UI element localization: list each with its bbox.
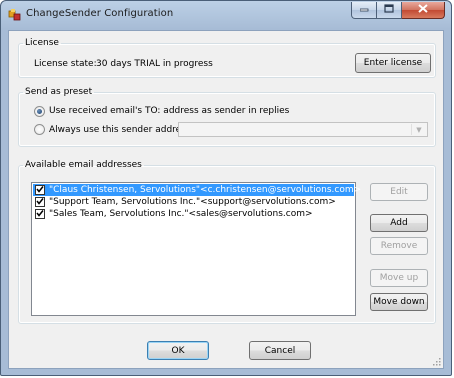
list-item[interactable]: "Support Team, Servolutions Inc."<suppor… (33, 196, 354, 208)
window-title: ChangeSender Configuration (26, 8, 174, 19)
radio-use-received[interactable] (34, 106, 45, 117)
checkmark-icon (36, 185, 44, 196)
email-address-list[interactable]: "Claus Christensen, Servolutions"<c.chri… (31, 182, 361, 316)
move-down-button[interactable]: Move down (370, 293, 428, 311)
list-item-label: "Sales Team, Servolutions Inc."<sales@se… (49, 209, 313, 219)
list-item-label: "Claus Christensen, Servolutions"<c.chri… (49, 185, 362, 195)
item-checkbox[interactable] (35, 197, 45, 207)
list-item[interactable]: "Claus Christensen, Servolutions"<c.chri… (33, 184, 361, 196)
checkmark-icon (36, 197, 44, 208)
list-item[interactable]: "Sales Team, Servolutions Inc."<sales@se… (33, 208, 354, 220)
title-bar[interactable]: ChangeSender Configuration (1, 1, 451, 29)
send-as-preset-group-title: Send as preset (25, 87, 93, 97)
dialog-client-area: License License state: 30 days TRIAL in … (8, 30, 444, 369)
license-group-title: License (25, 38, 59, 48)
add-button[interactable]: Add (370, 214, 428, 232)
maximize-button[interactable] (377, 2, 402, 19)
send-as-preset-group: Send as preset (18, 87, 436, 147)
radio-always-use[interactable] (34, 124, 45, 135)
remove-button[interactable]: Remove (370, 237, 428, 255)
email-addresses-group-title: Available email addresses (25, 160, 142, 170)
license-state-value: 30 days TRIAL in progress (96, 59, 213, 69)
move-up-button[interactable]: Move up (370, 269, 428, 287)
minimize-button[interactable] (351, 2, 377, 19)
maximize-icon (384, 4, 394, 16)
checkmark-icon (36, 209, 44, 220)
radio-use-received-label[interactable]: Use received email's TO: address as send… (49, 106, 289, 116)
close-button[interactable] (402, 2, 445, 19)
edit-button[interactable]: Edit (370, 183, 428, 201)
sender-address-combobox[interactable]: ▼ (178, 122, 428, 137)
item-checkbox[interactable] (35, 209, 45, 219)
close-icon (418, 4, 428, 16)
license-state-label: License state: (34, 59, 97, 69)
app-icon (8, 8, 22, 22)
list-item-label: "Support Team, Servolutions Inc."<suppor… (49, 197, 336, 207)
radio-selected-dot (37, 109, 42, 114)
item-checkbox[interactable] (35, 185, 45, 195)
enter-license-button[interactable]: Enter license (355, 53, 431, 73)
ok-button[interactable]: OK (147, 341, 209, 360)
resize-grip-icon[interactable] (431, 356, 441, 366)
radio-always-use-label[interactable]: Always use this sender address: (49, 125, 194, 135)
chevron-down-icon[interactable]: ▼ (411, 124, 426, 135)
cancel-button[interactable]: Cancel (249, 341, 311, 360)
dialog-window: ChangeSender Configuration License Licen… (0, 0, 452, 376)
minimize-icon (359, 5, 369, 15)
